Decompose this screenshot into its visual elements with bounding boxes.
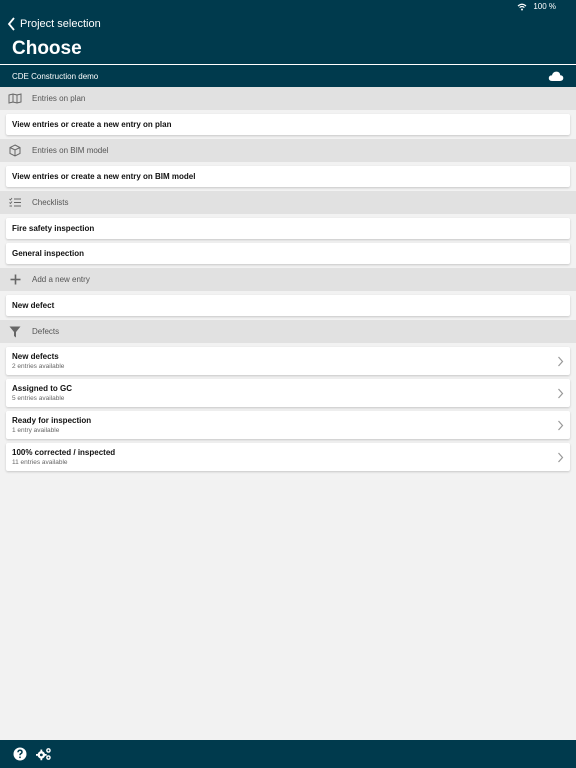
help-icon <box>13 747 27 761</box>
checklist-general[interactable]: General inspection <box>6 243 570 264</box>
section-add-entry: Add a new entry <box>0 268 576 291</box>
wifi-icon <box>517 3 527 11</box>
checklist-fire-safety[interactable]: Fire safety inspection <box>6 218 570 239</box>
item-subtitle: 1 entry available <box>12 427 60 434</box>
section-label: Defects <box>32 327 60 336</box>
status-bar: 100 % <box>0 0 576 12</box>
cube-icon <box>8 144 22 158</box>
header: 100 % Project selection Choose CDE Const… <box>0 0 576 87</box>
new-defect-button[interactable]: New defect <box>6 295 570 316</box>
item-title: Assigned to GC <box>12 384 73 393</box>
page-title: Choose <box>12 38 82 59</box>
back-button[interactable]: Project selection <box>6 16 101 32</box>
bottom-toolbar <box>0 740 576 768</box>
item-title: New defects <box>12 352 59 361</box>
item-subtitle: 2 entries available <box>12 363 65 370</box>
help-button[interactable] <box>12 746 28 762</box>
cloud-icon[interactable] <box>548 70 564 82</box>
card-label: View entries or create a new entry on pl… <box>12 120 172 129</box>
item-subtitle: 5 entries available <box>12 395 65 402</box>
back-label: Project selection <box>20 18 101 30</box>
section-label: Add a new entry <box>32 275 90 284</box>
card-label: View entries or create a new entry on BI… <box>12 172 196 181</box>
item-subtitle: 11 entries available <box>12 459 68 466</box>
chevron-right-icon <box>558 420 564 430</box>
defects-item-corrected[interactable]: 100% corrected / inspected 11 entries av… <box>6 443 570 471</box>
section-entries-on-plan: Entries on plan <box>0 87 576 110</box>
checklist-icon <box>8 196 22 210</box>
settings-button[interactable] <box>36 746 52 762</box>
chevron-right-icon <box>558 452 564 462</box>
item-title: Ready for inspection <box>12 416 92 425</box>
section-label: Checklists <box>32 198 69 207</box>
section-label: Entries on BIM model <box>32 146 109 155</box>
section-entries-on-bim: Entries on BIM model <box>0 139 576 162</box>
defects-item-ready[interactable]: Ready for inspection 1 entry available <box>6 411 570 439</box>
chevron-right-icon <box>558 356 564 366</box>
defects-item-assigned[interactable]: Assigned to GC 5 entries available <box>6 379 570 407</box>
chevron-left-icon <box>7 17 15 31</box>
section-checklists: Checklists <box>0 191 576 214</box>
item-title: 100% corrected / inspected <box>12 448 116 457</box>
view-bim-entries[interactable]: View entries or create a new entry on BI… <box>6 166 570 187</box>
project-name: CDE Construction demo <box>12 71 99 81</box>
project-row: CDE Construction demo <box>0 65 576 87</box>
view-plan-entries[interactable]: View entries or create a new entry on pl… <box>6 114 570 135</box>
card-label: New defect <box>12 301 55 310</box>
chevron-right-icon <box>558 388 564 398</box>
gears-icon <box>36 748 51 761</box>
card-label: Fire safety inspection <box>12 224 95 233</box>
battery-text: 100 % <box>533 2 556 11</box>
section-defects: Defects <box>0 320 576 343</box>
section-label: Entries on plan <box>32 94 86 103</box>
plus-icon <box>8 273 22 287</box>
map-icon <box>8 92 22 106</box>
defects-item-new[interactable]: New defects 2 entries available <box>6 347 570 375</box>
card-label: General inspection <box>12 249 85 258</box>
filter-icon <box>8 325 22 339</box>
